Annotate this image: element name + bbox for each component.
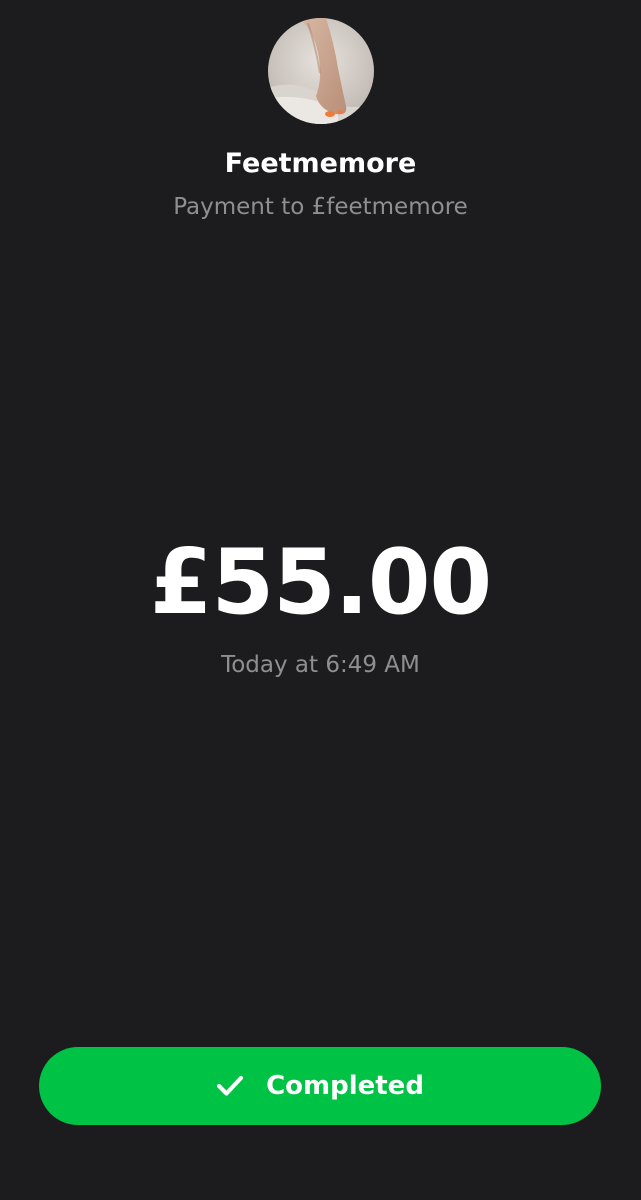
payment-receipt-screen: Feetmemore Payment to £feetmemore £55.00… [0,0,641,1200]
recipient-avatar [268,18,374,124]
completed-status-button[interactable]: Completed [39,1047,601,1125]
payment-amount: £55.00 [149,530,492,635]
payment-recipient-handle: Payment to £feetmemore [173,194,468,220]
status-label: Completed [266,1071,424,1101]
recipient-name: Feetmemore [224,148,417,179]
payment-timestamp: Today at 6:49 AM [221,652,420,678]
checkmark-icon [216,1074,244,1098]
profile-photo-icon [268,18,374,124]
